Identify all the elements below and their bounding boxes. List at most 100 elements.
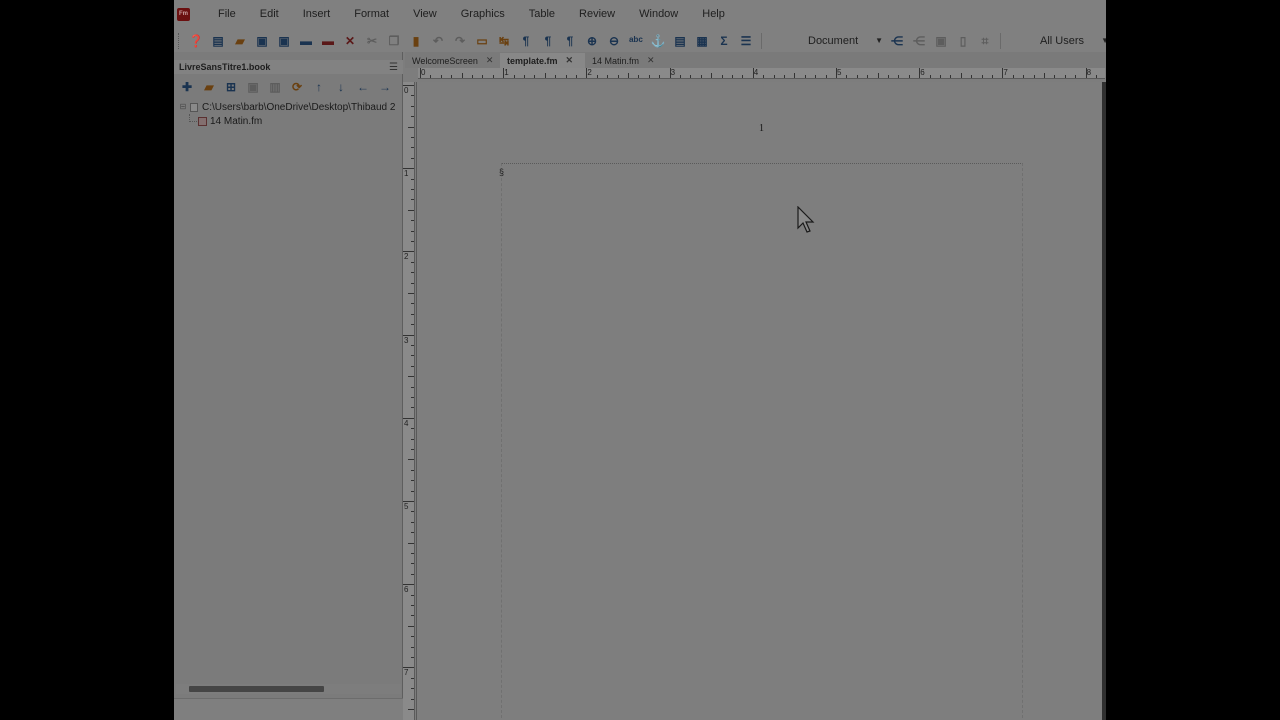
ruler-tick [403, 417, 414, 419]
tab-label: WelcomeScreen [412, 55, 478, 66]
paste-button[interactable]: ▮ [405, 32, 427, 50]
ruler-label: 1 [404, 169, 409, 179]
framemaker-window: Fm File Edit Insert Format View Graphics… [174, 0, 1106, 720]
new-document-button[interactable]: ▤ [207, 32, 229, 50]
crop-button[interactable]: ⌗ [974, 32, 996, 50]
horizontal-ruler[interactable]: 0 1 2 3 4 5 6 7 8 [418, 68, 1105, 79]
spell-check-button[interactable]: ᵃᵇᶜ [625, 32, 647, 50]
zoom-out-button[interactable]: ⊖ [603, 32, 625, 50]
menu-graphics[interactable]: Graphics [449, 0, 517, 29]
rotate-button[interactable]: ▭ [471, 32, 493, 50]
menu-window[interactable]: Window [627, 0, 690, 29]
ruler-tick [411, 365, 414, 367]
paragraph-format-button[interactable]: ¶ [515, 32, 537, 50]
character-format-button[interactable]: ¶ [537, 32, 559, 50]
table-button[interactable]: ▦ [691, 32, 713, 50]
ruler-tick [981, 75, 983, 78]
close-icon[interactable]: ✕ [647, 55, 655, 66]
table-format-button[interactable]: ¶ [559, 32, 581, 50]
sigma-button[interactable]: Σ [713, 32, 735, 50]
ruler-tick [544, 73, 546, 78]
ruler-tick [773, 75, 775, 78]
ruler-tick [929, 75, 931, 78]
print-button[interactable]: ▬ [295, 32, 317, 50]
menu-file[interactable]: File [202, 0, 248, 29]
frame-button[interactable]: ▤ [669, 32, 691, 50]
ruler-tick [411, 646, 414, 648]
menu-edit[interactable]: Edit [248, 0, 291, 29]
toolbar-grip[interactable] [178, 32, 180, 49]
save-book-button[interactable]: ▣ [242, 78, 264, 96]
ruler-tick [411, 469, 414, 471]
tree-item-file[interactable]: 14 Matin.fm [174, 114, 403, 128]
move-up-button[interactable]: ↑ [308, 78, 330, 96]
ruler-tick [411, 272, 414, 274]
vertical-ruler[interactable]: 0 1 2 3 4 5 6 7 [403, 82, 415, 720]
save-button[interactable]: ▣ [251, 32, 273, 50]
ruler-tick [950, 75, 952, 78]
ruler-tick [825, 75, 827, 78]
link-broken-button[interactable]: ⋲ [908, 32, 930, 50]
redo-button[interactable]: ↷ [449, 32, 471, 50]
ruler-tick [888, 75, 889, 78]
tab-template[interactable]: template.fm ✕ [500, 53, 585, 68]
move-right-button[interactable]: → [374, 78, 396, 96]
menu-review[interactable]: Review [567, 0, 627, 29]
document-canvas[interactable]: 1 § [416, 82, 1102, 720]
toolbar-separator [1000, 32, 1001, 49]
move-left-button[interactable]: ← [352, 78, 374, 96]
add-file-icon: ✚ [181, 80, 193, 94]
move-down-icon: ↓ [338, 80, 344, 94]
horizontal-scrollbar-thumb[interactable] [189, 686, 324, 692]
menu-help[interactable]: Help [690, 0, 737, 29]
history-button[interactable]: ↹ [493, 32, 515, 50]
close-icon[interactable]: ✕ [566, 55, 574, 66]
menu-format[interactable]: Format [342, 0, 401, 29]
ruler-tick [763, 75, 765, 78]
update-book-button[interactable]: ⟳ [286, 78, 308, 96]
save-all-button[interactable]: ▣ [273, 32, 295, 50]
text-frame[interactable] [501, 163, 1023, 720]
history-icon: ↹ [498, 33, 510, 48]
ruler-tick [411, 137, 414, 138]
help-button[interactable]: ❓ [185, 32, 207, 50]
page-button[interactable]: ▯ [952, 32, 974, 50]
paragraph-designer-button[interactable]: ☰ [735, 32, 757, 50]
add-group-button[interactable]: ⊞ [220, 78, 242, 96]
tree-item-root[interactable]: ⊟ C:\Users\barb\OneDrive\Desktop\Thibaud… [174, 100, 403, 114]
add-file-button[interactable]: ✚ [176, 78, 198, 96]
help-icon: ❓ [188, 33, 204, 48]
ruler-tick [408, 126, 414, 128]
delete-button[interactable]: ✕ [339, 32, 361, 50]
ruler-tick [1023, 75, 1025, 78]
ruler-tick [617, 75, 619, 78]
lock-button[interactable]: ▬ [317, 32, 339, 50]
undo-button[interactable]: ↶ [427, 32, 449, 50]
fit-window-icon: ▣ [935, 33, 947, 48]
tab-welcome-screen[interactable]: WelcomeScreen ✕ [405, 53, 500, 68]
ruler-tick [411, 563, 414, 565]
copy-button[interactable]: ❐ [383, 32, 405, 50]
book-tree: ⊟ C:\Users\barb\OneDrive\Desktop\Thibaud… [174, 100, 403, 128]
users-select[interactable]: All Users ▼ [1012, 32, 1106, 49]
link-back-button[interactable]: ⋲ [886, 32, 908, 50]
remove-button[interactable]: ▥ [264, 78, 286, 96]
cut-button[interactable]: ✂ [361, 32, 383, 50]
menu-insert[interactable]: Insert [291, 0, 343, 29]
add-folder-button[interactable]: ▰ [198, 78, 220, 96]
fit-window-button[interactable]: ▣ [930, 32, 952, 50]
undo-icon: ↶ [432, 33, 444, 48]
menu-view[interactable]: View [401, 0, 449, 29]
anchor-button[interactable]: ⚓ [647, 32, 669, 50]
collapse-icon[interactable]: ⊟ [179, 103, 187, 111]
link-back-icon: ⋲ [891, 33, 903, 48]
menu-table[interactable]: Table [517, 0, 567, 29]
document-select[interactable]: Document ▼ [774, 32, 886, 49]
add-folder-icon: ▰ [204, 80, 214, 94]
close-icon[interactable]: ✕ [486, 55, 494, 66]
tab-14-matin[interactable]: 14 Matin.fm ✕ [585, 53, 670, 68]
zoom-in-button[interactable]: ⊕ [581, 32, 603, 50]
move-down-button[interactable]: ↓ [330, 78, 352, 96]
open-folder-button[interactable]: ▰ [229, 32, 251, 50]
panel-menu-icon[interactable]: ☰ [389, 62, 398, 73]
